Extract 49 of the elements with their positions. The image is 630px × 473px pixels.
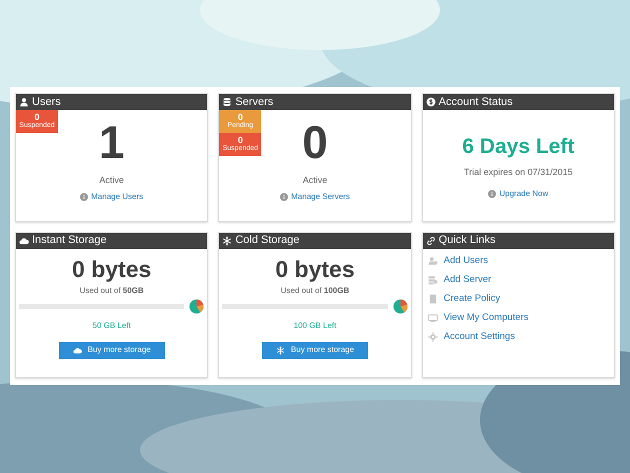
storage-quota: Used out of 100GB: [280, 284, 350, 297]
days-left: 6 Days Left: [462, 134, 574, 160]
count-value: 0: [302, 115, 328, 170]
quick-link[interactable]: Account Settings: [428, 330, 614, 345]
widget-title: Instant Storage: [32, 235, 107, 246]
buy-storage-button[interactable]: Buy more storage: [262, 342, 368, 359]
link-icon: [426, 236, 436, 246]
storage-used: 0 bytes: [275, 254, 355, 284]
info-icon: [280, 192, 288, 200]
monitor-icon: [428, 313, 438, 324]
snowflake-icon: [222, 236, 232, 246]
trial-expiry: Trial expires on 07/31/2015: [464, 166, 573, 180]
user-icon: [19, 97, 29, 107]
widget-title: Users: [32, 96, 61, 108]
quick-link[interactable]: View My Computers: [428, 310, 614, 326]
pie-chart-icon: [392, 298, 408, 314]
snowflake-icon: [276, 346, 285, 355]
quick-link[interactable]: Add Users: [428, 254, 614, 269]
settings-icon: [428, 332, 438, 342]
buy-storage-button[interactable]: Buy more storage: [58, 342, 165, 359]
count-caption: Active: [99, 174, 124, 187]
quick-link[interactable]: Add Server: [428, 272, 614, 288]
database-icon: [222, 97, 232, 107]
count-value: 1: [98, 115, 124, 170]
count-caption: Active: [302, 174, 328, 187]
info-icon: [488, 190, 496, 198]
quick-link[interactable]: Create Policy: [428, 292, 614, 307]
upgrade-link[interactable]: Upgrade Now: [499, 188, 548, 200]
widget-title: Quick Links: [438, 235, 496, 246]
storage-used: 0 bytes: [72, 254, 152, 284]
storage-left: 100 GB Left: [294, 320, 336, 332]
cloud-icon: [19, 236, 29, 246]
storage-quota: Used out of 50GB: [80, 284, 144, 297]
widget-title: Cold Storage: [235, 235, 300, 246]
document-icon: [428, 294, 438, 304]
storage-left: 50 GB Left: [92, 320, 131, 332]
dollar-icon: [426, 97, 436, 107]
manage-link[interactable]: Manage Users: [91, 190, 144, 202]
badge-count: 0: [238, 136, 243, 145]
widget-title: Account Status: [438, 96, 513, 108]
widget-title: Servers: [235, 96, 274, 108]
pie-chart-icon: [189, 298, 204, 314]
user-plus-icon: [428, 256, 438, 266]
cloud-icon: [72, 346, 82, 355]
server-plus-icon: [428, 275, 438, 286]
badge-count: 0: [238, 112, 243, 122]
info-icon: [80, 192, 88, 200]
manage-link[interactable]: Manage Servers: [291, 190, 350, 202]
badge-count: 0: [34, 112, 40, 122]
